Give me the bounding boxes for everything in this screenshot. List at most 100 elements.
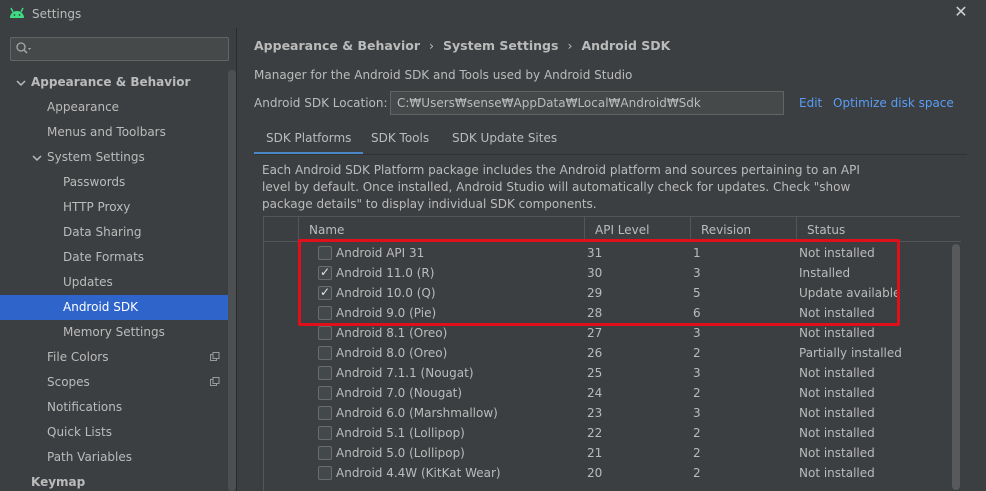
tabs-divider bbox=[254, 154, 967, 155]
cell-status: Not installed bbox=[799, 306, 875, 320]
row-checkbox[interactable] bbox=[318, 426, 332, 440]
sidebar-item-keymap[interactable]: Keymap bbox=[0, 470, 236, 491]
cell-name: Android 6.0 (Marshmallow) bbox=[336, 406, 498, 420]
tab-sdk-update-sites[interactable]: SDK Update Sites bbox=[440, 126, 569, 155]
column-header-api-level[interactable]: API Level bbox=[585, 217, 691, 242]
cell-name: Android 5.1 (Lollipop) bbox=[336, 426, 465, 440]
table-row[interactable]: Android 4.4W (KitKat Wear) 20 2 Not install… bbox=[264, 463, 951, 483]
row-checkbox[interactable] bbox=[318, 366, 332, 380]
table-row[interactable]: Android 6.0 (Marshmallow) 23 3 Not installe… bbox=[264, 403, 951, 423]
sidebar-item-date-formats[interactable]: Date Formats bbox=[0, 245, 236, 270]
table-row[interactable]: Android 5.1 (Lollipop) 22 2 Not installed bbox=[264, 423, 951, 443]
column-header-name[interactable]: Name bbox=[299, 217, 585, 242]
table-row[interactable]: Android API 31 31 1 Not installed bbox=[264, 243, 951, 263]
row-checkbox[interactable] bbox=[318, 326, 332, 340]
sidebar-item-android-sdk[interactable]: Android SDK bbox=[0, 295, 236, 320]
sidebar-item-appearance[interactable]: Appearance bbox=[0, 95, 236, 120]
row-checkbox[interactable] bbox=[318, 446, 332, 460]
cell-api-level: 24 bbox=[587, 386, 603, 400]
sidebar-item-memory-settings[interactable]: Memory Settings bbox=[0, 320, 236, 345]
cell-name: Android 7.1.1 (Nougat) bbox=[336, 366, 474, 380]
sidebar-item-passwords[interactable]: Passwords bbox=[0, 170, 236, 195]
cell-api-level: 26 bbox=[587, 346, 603, 360]
cell-api-level: 21 bbox=[587, 446, 603, 460]
cell-api-level: 27 bbox=[587, 326, 603, 340]
sidebar-item-quick-lists[interactable]: Quick Lists bbox=[0, 420, 236, 445]
tab-sdk-tools[interactable]: SDK Tools bbox=[359, 126, 441, 155]
close-icon[interactable]: ✕ bbox=[952, 3, 970, 21]
edit-link[interactable]: Edit bbox=[799, 96, 822, 110]
table-row[interactable]: Android 8.1 (Oreo) 27 3 Not installed bbox=[264, 323, 951, 343]
sidebar-item-appearance-behavior[interactable]: Appearance & Behavior bbox=[0, 70, 236, 95]
sidebar-item-label: HTTP Proxy bbox=[63, 200, 131, 214]
sidebar-item-label: Date Formats bbox=[63, 250, 145, 264]
sidebar-scrollbar[interactable] bbox=[228, 70, 236, 491]
column-header-status[interactable]: Status bbox=[797, 217, 951, 242]
cell-revision: 2 bbox=[693, 466, 701, 480]
sidebar-item-label: File Colors bbox=[47, 350, 109, 364]
cell-name: Android 9.0 (Pie) bbox=[336, 306, 437, 320]
row-checkbox[interactable]: ✓ bbox=[318, 285, 332, 300]
row-checkbox[interactable] bbox=[318, 346, 332, 360]
cell-status: Not installed bbox=[799, 406, 875, 420]
column-header-revision[interactable]: Revision bbox=[691, 217, 797, 242]
settings-sidebar: Appearance & Behavior Appearance Menus and… bbox=[0, 28, 237, 491]
android-logo-icon bbox=[10, 7, 24, 18]
row-checkbox[interactable] bbox=[318, 386, 332, 400]
row-checkbox[interactable] bbox=[318, 246, 332, 260]
row-checkbox[interactable] bbox=[318, 306, 332, 320]
cell-api-level: 20 bbox=[587, 466, 603, 480]
chevron-down-icon[interactable] bbox=[16, 78, 26, 88]
sdk-platforms-table: Name API Level Revision Status Android A… bbox=[263, 216, 961, 491]
table-row[interactable]: ✓ Android 11.0 (R) 30 3 Installed bbox=[264, 263, 951, 283]
row-checkbox[interactable]: ✓ bbox=[318, 265, 332, 280]
cell-revision: 3 bbox=[693, 266, 701, 280]
sidebar-scrollbar-thumb[interactable] bbox=[228, 70, 236, 491]
cell-status: Update available bbox=[799, 286, 901, 300]
title-bar: Settings ✕ bbox=[0, 0, 986, 28]
cell-api-level: 25 bbox=[587, 366, 603, 380]
cell-status: Not installed bbox=[799, 426, 875, 440]
tab-sdk-platforms[interactable]: SDK Platforms bbox=[254, 126, 364, 155]
cell-revision: 2 bbox=[693, 346, 701, 360]
table-row[interactable]: ✓ Android 10.0 (Q) 29 5 Update available bbox=[264, 283, 951, 303]
row-checkbox[interactable] bbox=[318, 466, 332, 480]
cell-api-level: 23 bbox=[587, 406, 603, 420]
search-input[interactable] bbox=[10, 37, 229, 61]
table-row[interactable]: Android 7.1.1 (Nougat) 25 3 Not installed bbox=[264, 363, 951, 383]
sidebar-item-label: Notifications bbox=[47, 400, 123, 414]
sidebar-item-http-proxy[interactable]: HTTP Proxy bbox=[0, 195, 236, 220]
cell-name: Android 7.0 (Nougat) bbox=[336, 386, 463, 400]
sidebar-item-menus-and-toolbars[interactable]: Menus and Toolbars bbox=[0, 120, 236, 145]
cell-status: Not installed bbox=[799, 366, 875, 380]
sidebar-item-scopes[interactable]: Scopes bbox=[0, 370, 236, 395]
optimize-disk-space-link[interactable]: Optimize disk space bbox=[833, 96, 954, 110]
table-row[interactable]: Android 8.0 (Oreo) 26 2 Partially installed bbox=[264, 343, 951, 363]
cell-revision: 3 bbox=[693, 326, 701, 340]
sidebar-item-label: Updates bbox=[63, 275, 113, 289]
cell-revision: 2 bbox=[693, 446, 701, 460]
breadcrumb-separator: › bbox=[567, 38, 573, 53]
cell-status: Not installed bbox=[799, 446, 875, 460]
cell-revision: 6 bbox=[693, 306, 701, 320]
sidebar-item-notifications[interactable]: Notifications bbox=[0, 395, 236, 420]
table-row[interactable]: Android 7.0 (Nougat) 24 2 Not installed bbox=[264, 383, 951, 403]
sidebar-item-updates[interactable]: Updates bbox=[0, 270, 236, 295]
table-scrollbar-thumb[interactable] bbox=[952, 244, 960, 490]
sdk-location-field[interactable]: C:₩Users₩sense₩AppData₩Local₩Android₩Sdk bbox=[390, 91, 784, 115]
search-icon bbox=[16, 42, 31, 54]
checkmark-icon: ✓ bbox=[320, 265, 331, 279]
sidebar-item-label: Path Variables bbox=[47, 450, 133, 464]
sidebar-item-data-sharing[interactable]: Data Sharing bbox=[0, 220, 236, 245]
row-checkbox[interactable] bbox=[318, 406, 332, 420]
breadcrumb-item: Android SDK bbox=[581, 38, 671, 53]
table-row[interactable]: Android 9.0 (Pie) 28 6 Not installed bbox=[264, 303, 951, 323]
table-scrollbar[interactable] bbox=[951, 242, 961, 491]
sidebar-item-system-settings[interactable]: System Settings bbox=[0, 145, 236, 170]
cell-api-level: 31 bbox=[587, 246, 603, 260]
chevron-down-icon[interactable] bbox=[32, 153, 42, 163]
sidebar-item-file-colors[interactable]: File Colors bbox=[0, 345, 236, 370]
table-row[interactable]: Android 5.0 (Lollipop) 21 2 Not installed bbox=[264, 443, 951, 463]
project-level-icon bbox=[210, 352, 220, 361]
sidebar-item-path-variables[interactable]: Path Variables bbox=[0, 445, 236, 470]
